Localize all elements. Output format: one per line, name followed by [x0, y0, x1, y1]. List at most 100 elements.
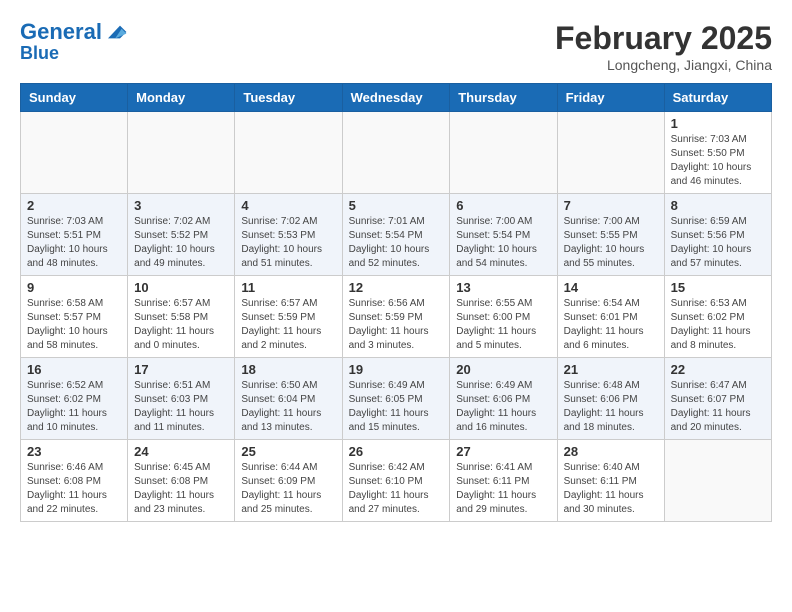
calendar-day-cell: 16 Sunrise: 6:52 AM Sunset: 6:02 PM Dayli…	[21, 358, 128, 440]
calendar-week-row: 1 Sunrise: 7:03 AM Sunset: 5:50 PM Daylig…	[21, 112, 772, 194]
day-number: 9	[27, 280, 121, 295]
calendar-day-cell: 22 Sunrise: 6:47 AM Sunset: 6:07 PM Dayli…	[664, 358, 771, 440]
weekday-header-thursday: Thursday	[450, 84, 557, 112]
day-number: 18	[241, 362, 335, 377]
calendar-day-cell: 25 Sunrise: 6:44 AM Sunset: 6:09 PM Dayli…	[235, 440, 342, 522]
month-title: February 2025	[555, 20, 772, 57]
calendar-day-cell: 14Sunrise: 6:54 AM Sunset: 6:01 PM Dayli…	[557, 276, 664, 358]
calendar-day-cell: 2Sunrise: 7:03 AM Sunset: 5:51 PM Daylig…	[21, 194, 128, 276]
day-number: 19	[349, 362, 444, 377]
day-info: Sunrise: 6:59 AM Sunset: 5:56 PM Dayligh…	[671, 215, 765, 271]
calendar-week-row: 2Sunrise: 7:03 AM Sunset: 5:51 PM Daylig…	[21, 194, 772, 276]
day-number: 1	[671, 116, 765, 131]
weekday-header-monday: Monday	[128, 84, 235, 112]
day-info: Sunrise: 6:57 AM Sunset: 5:59 PM Dayligh…	[241, 297, 335, 353]
day-info: Sunrise: 6:51 AM Sunset: 6:03 PM Dayligh…	[134, 379, 228, 435]
day-info: Sunrise: 6:45 AM Sunset: 6:08 PM Dayligh…	[134, 461, 228, 517]
day-number: 22	[671, 362, 765, 377]
calendar-day-cell: 3 Sunrise: 7:02 AM Sunset: 5:52 PM Daylig…	[128, 194, 235, 276]
day-number: 11	[241, 280, 335, 295]
calendar-week-row: 9 Sunrise: 6:58 AM Sunset: 5:57 PM Daylig…	[21, 276, 772, 358]
calendar-day-cell: 6 Sunrise: 7:00 AM Sunset: 5:54 PM Daylig…	[450, 194, 557, 276]
weekday-header-sunday: Sunday	[21, 84, 128, 112]
weekday-header-row: SundayMondayTuesdayWednesdayThursdayFrid…	[21, 84, 772, 112]
day-info: Sunrise: 6:57 AM Sunset: 5:58 PM Dayligh…	[134, 297, 228, 353]
day-number: 15	[671, 280, 765, 295]
page-header: General Blue February 2025 Longcheng, Ji…	[20, 20, 772, 73]
day-info: Sunrise: 6:49 AM Sunset: 6:06 PM Dayligh…	[456, 379, 550, 435]
day-number: 8	[671, 198, 765, 213]
calendar-day-cell: 27 Sunrise: 6:41 AM Sunset: 6:11 PM Dayli…	[450, 440, 557, 522]
day-info: Sunrise: 7:03 AM Sunset: 5:51 PM Dayligh…	[27, 215, 121, 271]
calendar-day-cell: 24Sunrise: 6:45 AM Sunset: 6:08 PM Dayli…	[128, 440, 235, 522]
day-info: Sunrise: 6:42 AM Sunset: 6:10 PM Dayligh…	[349, 461, 444, 517]
day-info: Sunrise: 6:41 AM Sunset: 6:11 PM Dayligh…	[456, 461, 550, 517]
calendar-day-cell: 7 Sunrise: 7:00 AM Sunset: 5:55 PM Daylig…	[557, 194, 664, 276]
calendar-day-cell	[664, 440, 771, 522]
day-info: Sunrise: 7:02 AM Sunset: 5:52 PM Dayligh…	[134, 215, 228, 271]
day-info: Sunrise: 6:47 AM Sunset: 6:07 PM Dayligh…	[671, 379, 765, 435]
calendar-day-cell: 28 Sunrise: 6:40 AM Sunset: 6:11 PM Dayli…	[557, 440, 664, 522]
calendar-day-cell	[21, 112, 128, 194]
day-number: 12	[349, 280, 444, 295]
calendar-week-row: 23Sunrise: 6:46 AM Sunset: 6:08 PM Dayli…	[21, 440, 772, 522]
day-number: 3	[134, 198, 228, 213]
day-info: Sunrise: 7:00 AM Sunset: 5:55 PM Dayligh…	[564, 215, 658, 271]
calendar-day-cell: 10 Sunrise: 6:57 AM Sunset: 5:58 PM Dayli…	[128, 276, 235, 358]
day-info: Sunrise: 6:44 AM Sunset: 6:09 PM Dayligh…	[241, 461, 335, 517]
day-number: 27	[456, 444, 550, 459]
calendar-day-cell: 8 Sunrise: 6:59 AM Sunset: 5:56 PM Daylig…	[664, 194, 771, 276]
weekday-header-saturday: Saturday	[664, 84, 771, 112]
calendar-table: SundayMondayTuesdayWednesdayThursdayFrid…	[20, 83, 772, 522]
calendar-day-cell: 26Sunrise: 6:42 AM Sunset: 6:10 PM Dayli…	[342, 440, 450, 522]
calendar-day-cell	[128, 112, 235, 194]
calendar-day-cell: 9 Sunrise: 6:58 AM Sunset: 5:57 PM Daylig…	[21, 276, 128, 358]
day-info: Sunrise: 6:48 AM Sunset: 6:06 PM Dayligh…	[564, 379, 658, 435]
calendar-day-cell: 17 Sunrise: 6:51 AM Sunset: 6:03 PM Dayli…	[128, 358, 235, 440]
calendar-day-cell: 4 Sunrise: 7:02 AM Sunset: 5:53 PM Daylig…	[235, 194, 342, 276]
calendar-week-row: 16 Sunrise: 6:52 AM Sunset: 6:02 PM Dayli…	[21, 358, 772, 440]
day-info: Sunrise: 7:02 AM Sunset: 5:53 PM Dayligh…	[241, 215, 335, 271]
day-number: 25	[241, 444, 335, 459]
day-info: Sunrise: 6:53 AM Sunset: 6:02 PM Dayligh…	[671, 297, 765, 353]
day-info: Sunrise: 6:54 AM Sunset: 6:01 PM Dayligh…	[564, 297, 658, 353]
day-info: Sunrise: 7:00 AM Sunset: 5:54 PM Dayligh…	[456, 215, 550, 271]
day-info: Sunrise: 6:50 AM Sunset: 6:04 PM Dayligh…	[241, 379, 335, 435]
day-number: 20	[456, 362, 550, 377]
title-block: February 2025 Longcheng, Jiangxi, China	[555, 20, 772, 73]
calendar-day-cell: 12 Sunrise: 6:56 AM Sunset: 5:59 PM Dayli…	[342, 276, 450, 358]
logo: General Blue	[20, 20, 128, 64]
day-info: Sunrise: 6:49 AM Sunset: 6:05 PM Dayligh…	[349, 379, 444, 435]
day-info: Sunrise: 6:56 AM Sunset: 5:59 PM Dayligh…	[349, 297, 444, 353]
calendar-day-cell	[557, 112, 664, 194]
calendar-day-cell: 20 Sunrise: 6:49 AM Sunset: 6:06 PM Dayli…	[450, 358, 557, 440]
calendar-day-cell: 5Sunrise: 7:01 AM Sunset: 5:54 PM Daylig…	[342, 194, 450, 276]
day-info: Sunrise: 7:03 AM Sunset: 5:50 PM Dayligh…	[671, 133, 765, 189]
calendar-day-cell: 15 Sunrise: 6:53 AM Sunset: 6:02 PM Dayli…	[664, 276, 771, 358]
day-info: Sunrise: 6:58 AM Sunset: 5:57 PM Dayligh…	[27, 297, 121, 353]
day-number: 17	[134, 362, 228, 377]
calendar-day-cell: 21 Sunrise: 6:48 AM Sunset: 6:06 PM Dayli…	[557, 358, 664, 440]
logo-text-blue: Blue	[20, 44, 128, 64]
weekday-header-tuesday: Tuesday	[235, 84, 342, 112]
logo-text: General	[20, 20, 102, 44]
calendar-day-cell	[450, 112, 557, 194]
day-number: 21	[564, 362, 658, 377]
day-number: 4	[241, 198, 335, 213]
day-number: 16	[27, 362, 121, 377]
calendar-day-cell: 23Sunrise: 6:46 AM Sunset: 6:08 PM Dayli…	[21, 440, 128, 522]
logo-icon	[104, 20, 128, 44]
calendar-day-cell: 11 Sunrise: 6:57 AM Sunset: 5:59 PM Dayli…	[235, 276, 342, 358]
day-info: Sunrise: 6:40 AM Sunset: 6:11 PM Dayligh…	[564, 461, 658, 517]
day-info: Sunrise: 6:52 AM Sunset: 6:02 PM Dayligh…	[27, 379, 121, 435]
day-info: Sunrise: 6:46 AM Sunset: 6:08 PM Dayligh…	[27, 461, 121, 517]
weekday-header-friday: Friday	[557, 84, 664, 112]
calendar-day-cell	[235, 112, 342, 194]
day-number: 28	[564, 444, 658, 459]
calendar-day-cell: 1 Sunrise: 7:03 AM Sunset: 5:50 PM Daylig…	[664, 112, 771, 194]
day-number: 7	[564, 198, 658, 213]
day-info: Sunrise: 7:01 AM Sunset: 5:54 PM Dayligh…	[349, 215, 444, 271]
day-number: 10	[134, 280, 228, 295]
day-number: 13	[456, 280, 550, 295]
day-number: 6	[456, 198, 550, 213]
